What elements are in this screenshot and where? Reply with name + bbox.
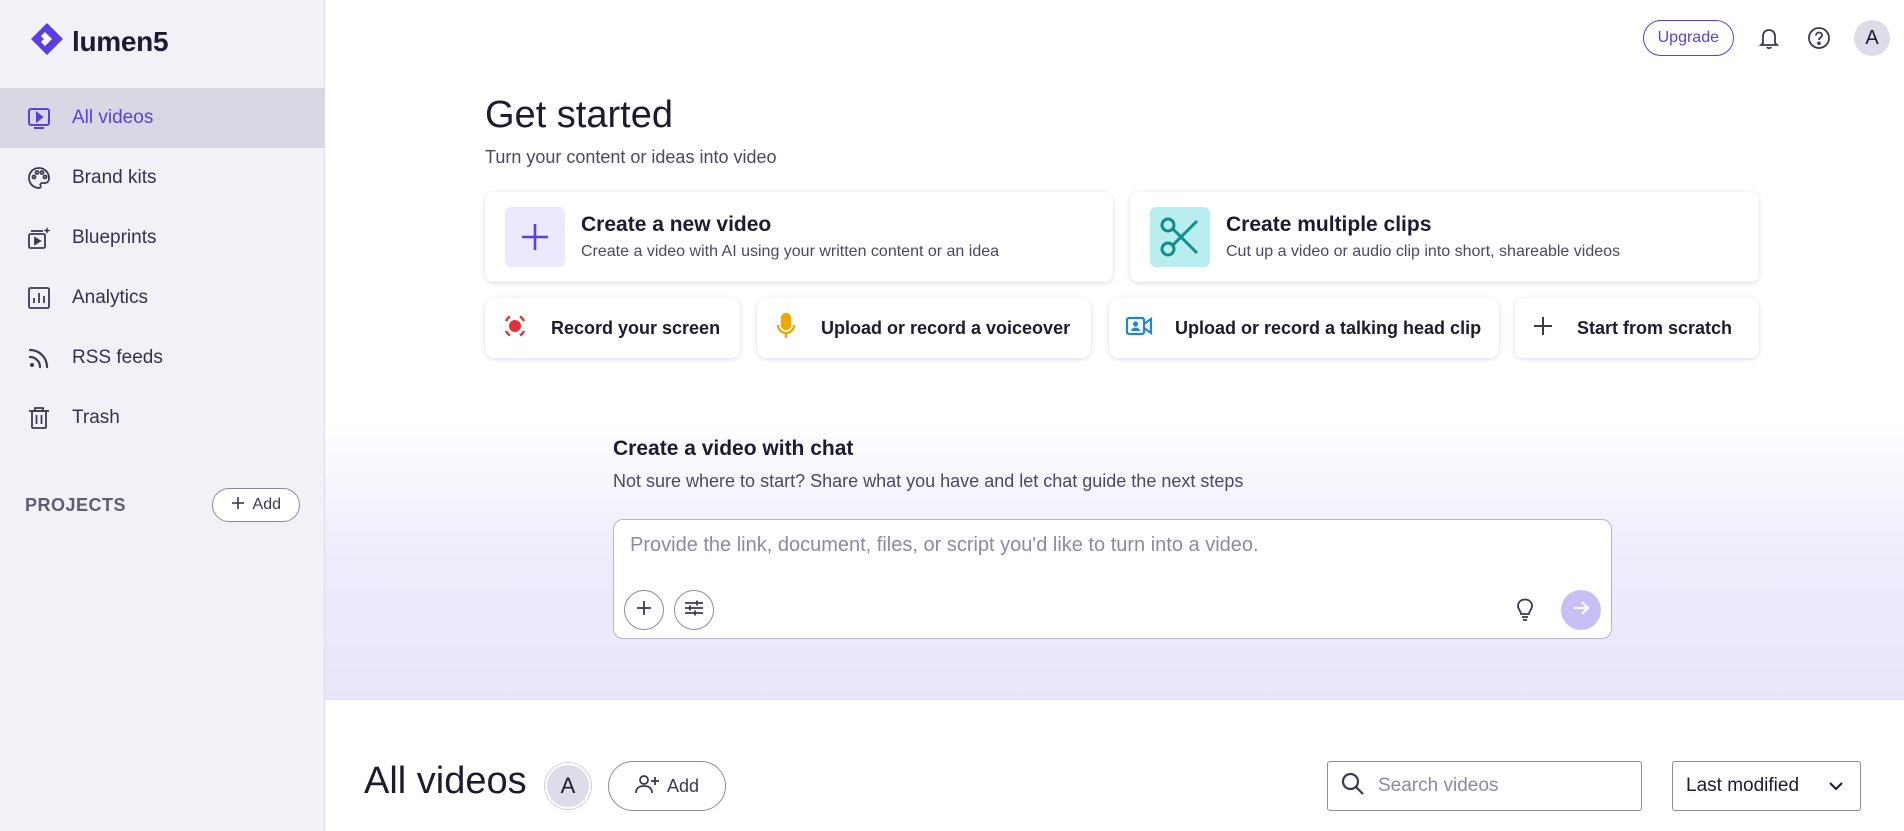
create-new-video-card[interactable]: Create a new video Create a video with A… — [485, 192, 1113, 282]
settings-button[interactable] — [674, 590, 714, 630]
logo[interactable]: lumen5 — [28, 20, 169, 63]
video-camera-icon — [1125, 314, 1153, 343]
logo-text: lumen5 — [72, 25, 169, 57]
card-label: Upload or record a talking head clip — [1175, 317, 1482, 338]
start-from-scratch-card[interactable]: Start from scratch — [1515, 298, 1759, 358]
card-description: Create a video with AI using your writte… — [581, 243, 1000, 260]
rss-icon — [26, 345, 52, 371]
chat-subtitle: Not sure where to start? Share what you … — [613, 471, 1244, 491]
palette-icon — [26, 165, 52, 191]
card-label: Upload or record a voiceover — [821, 317, 1071, 338]
card-title: Create multiple clips — [1226, 213, 1432, 236]
add-project-label: Add — [252, 496, 281, 513]
lumen5-logo-icon — [28, 20, 66, 63]
chat-box — [613, 519, 1612, 639]
bell-icon[interactable] — [1754, 23, 1784, 53]
plus-icon — [635, 599, 653, 622]
record-icon — [501, 312, 529, 345]
sidebar-item-label: RSS feeds — [72, 347, 163, 368]
sidebar-item-label: Blueprints — [72, 227, 157, 248]
add-member-button[interactable]: Add — [608, 761, 727, 811]
page-subtitle: Turn your content or ideas into video — [485, 147, 777, 167]
record-screen-card[interactable]: Record your screen — [485, 298, 740, 358]
video-play-icon — [26, 105, 52, 131]
send-button[interactable] — [1561, 590, 1601, 630]
sliders-icon — [684, 599, 704, 622]
card-label: Record your screen — [551, 317, 721, 338]
scissors-icon — [1150, 207, 1210, 267]
avatar[interactable]: A — [1854, 20, 1890, 56]
attach-button[interactable] — [624, 590, 664, 630]
sidebar-item-all-videos[interactable]: All videos — [0, 88, 324, 148]
sidebar-item-blueprints[interactable]: Blueprints — [0, 208, 324, 268]
sidebar-item-analytics[interactable]: Analytics — [0, 268, 324, 328]
plus-icon — [505, 207, 565, 267]
plus-icon — [231, 496, 245, 515]
voiceover-card[interactable]: Upload or record a voiceover — [757, 298, 1091, 358]
search-icon — [1340, 771, 1366, 802]
blueprint-icon — [26, 225, 52, 251]
analytics-icon — [26, 285, 52, 311]
help-icon[interactable] — [1804, 23, 1834, 53]
microphone-icon — [773, 312, 799, 345]
upgrade-button[interactable]: Upgrade — [1642, 20, 1734, 56]
avatar[interactable]: A — [545, 763, 591, 809]
projects-section: PROJECTS Add — [25, 488, 300, 522]
lightbulb-icon[interactable] — [1513, 598, 1537, 622]
card-description: Cut up a video or audio clip into short,… — [1226, 243, 1621, 260]
create-multiple-clips-card[interactable]: Create multiple clips Cut up a video or … — [1130, 192, 1759, 282]
add-project-button[interactable]: Add — [211, 488, 300, 522]
sidebar-item-label: All videos — [72, 107, 154, 128]
topbar: Upgrade A — [1642, 20, 1890, 56]
page-title: Get started — [485, 94, 673, 136]
sort-select[interactable]: Last modified — [1672, 761, 1861, 811]
sidebar-item-label: Trash — [72, 407, 120, 428]
sidebar-item-label: Analytics — [72, 287, 149, 308]
sidebar-item-rss-feeds[interactable]: RSS feeds — [0, 328, 324, 388]
add-member-label: Add — [667, 775, 700, 796]
chat-input[interactable] — [630, 534, 1590, 557]
chat-title: Create a video with chat — [613, 437, 854, 460]
add-user-icon — [635, 774, 659, 799]
trash-icon — [26, 405, 52, 431]
sort-value: Last modified — [1686, 775, 1800, 796]
projects-label: PROJECTS — [25, 494, 127, 515]
sidebar-item-label: Brand kits — [72, 167, 157, 188]
card-title: Create a new video — [581, 213, 772, 236]
sidebar-nav: All videos Brand kits Blueprints Analyti… — [0, 88, 324, 448]
sidebar: lumen5 All videos Brand kits Blueprints … — [0, 0, 325, 831]
all-videos-title: All videos — [364, 760, 527, 802]
chevron-down-icon — [1828, 775, 1844, 797]
search-box — [1327, 761, 1642, 811]
search-input[interactable] — [1378, 775, 1628, 797]
card-label: Start from scratch — [1577, 317, 1733, 338]
plus-icon — [1531, 314, 1555, 343]
sidebar-item-brand-kits[interactable]: Brand kits — [0, 148, 324, 208]
talking-head-card[interactable]: Upload or record a talking head clip — [1109, 298, 1499, 358]
section-divider — [325, 699, 1904, 700]
sidebar-item-trash[interactable]: Trash — [0, 388, 324, 448]
arrow-right-icon — [1571, 598, 1591, 623]
